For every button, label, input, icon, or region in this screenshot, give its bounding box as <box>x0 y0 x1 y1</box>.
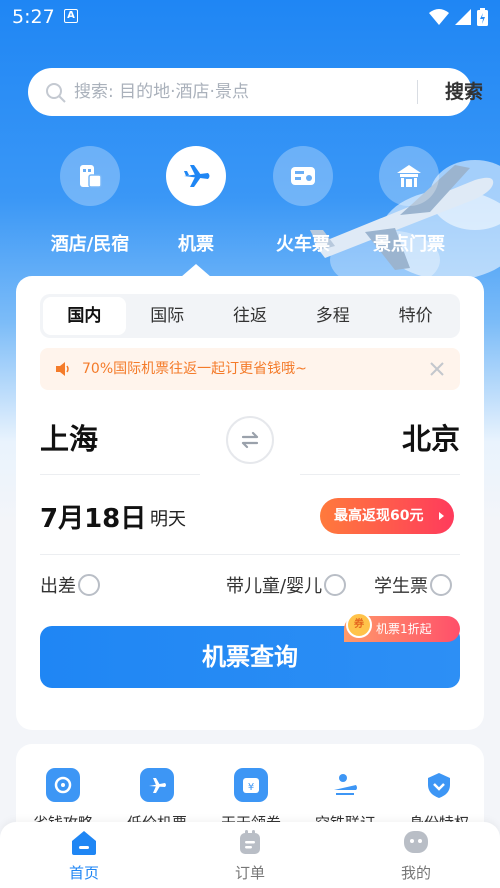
category-label: 酒店/民宿 <box>50 234 130 255</box>
flight-type-tabs: 国内 国际 往返 多程 特价 <box>40 294 460 338</box>
plane-icon <box>184 165 210 187</box>
category-hotel[interactable]: 酒店/民宿 <box>35 146 145 256</box>
nav-orders[interactable]: 订单 <box>210 828 290 883</box>
date-relative-label: 明天 <box>150 509 186 530</box>
option-business-trip[interactable]: 出差 <box>40 572 100 598</box>
radio-button[interactable] <box>430 574 452 596</box>
divider <box>40 474 200 475</box>
privilege-icon <box>428 773 450 798</box>
hotel-icon <box>80 165 102 188</box>
search-input[interactable] <box>74 68 384 116</box>
option-student[interactable]: 学生票 <box>374 572 452 598</box>
divider <box>40 554 460 555</box>
departure-date[interactable]: 7月18日 <box>40 498 146 535</box>
radio-button[interactable] <box>324 574 347 596</box>
category-train[interactable]: 火车票 <box>248 146 358 256</box>
signal-icon <box>455 9 471 25</box>
category-nav: 酒店/民宿 机票 火车票 景点门票 <box>0 146 500 266</box>
option-with-child[interactable]: 带儿童/婴儿 <box>226 572 347 598</box>
notice-text: 70%国际机票往返一起订更省钱哦~ <box>82 361 307 377</box>
order-icon <box>240 830 260 854</box>
tab-international[interactable]: 国际 <box>126 297 209 335</box>
search-button[interactable]: 搜索 <box>428 68 500 116</box>
category-label: 机票 <box>178 234 214 255</box>
category-label: 火车票 <box>276 234 330 255</box>
departure-city[interactable]: 上海 <box>40 416 98 458</box>
status-time: 5:27 <box>12 6 55 28</box>
nav-label: 首页 <box>68 864 99 882</box>
savings-icon <box>54 776 72 794</box>
divider <box>300 474 460 475</box>
nav-home[interactable]: 首页 <box>44 828 124 883</box>
option-label: 学生票 <box>374 576 428 597</box>
nav-label: 订单 <box>234 864 265 882</box>
swap-cities-button[interactable] <box>226 416 274 464</box>
nav-profile[interactable]: 我的 <box>376 828 456 883</box>
air-rail-icon <box>334 774 357 795</box>
wifi-icon <box>429 9 449 25</box>
category-label: 景点门票 <box>373 234 445 255</box>
svg-text:¥: ¥ <box>248 782 254 793</box>
home-icon <box>72 831 96 855</box>
bottom-navigation: 首页 订单 我的 <box>0 822 500 888</box>
tab-special-price[interactable]: 特价 <box>374 297 457 335</box>
promo-tag: 券 机票1折起 <box>344 612 460 642</box>
radio-button[interactable] <box>78 574 100 596</box>
search-icon <box>46 83 66 103</box>
flight-booking-card: 国内 国际 往返 多程 特价 70%国际机票往返一起订更省钱哦~ 上海 北京 7… <box>16 276 484 730</box>
arrow-right-icon <box>439 512 444 520</box>
notification-a-icon: A <box>64 9 78 23</box>
speaker-icon <box>56 362 69 376</box>
category-flight[interactable]: 机票 <box>141 146 251 256</box>
status-bar: 5:27 A <box>0 0 500 36</box>
profile-icon <box>404 831 428 853</box>
swap-icon <box>241 431 259 449</box>
cashback-text: 最高返现60元 <box>334 508 424 524</box>
category-scenic[interactable]: 景点门票 <box>354 146 464 256</box>
option-label: 出差 <box>40 576 76 597</box>
cashback-badge[interactable]: 最高返现60元 <box>320 498 454 534</box>
tab-domestic[interactable]: 国内 <box>43 297 126 335</box>
close-icon[interactable] <box>428 360 446 378</box>
coupon-coin-icon: 券 <box>346 612 372 638</box>
battery-icon <box>477 8 488 26</box>
tab-round-trip[interactable]: 往返 <box>209 297 292 335</box>
coupon-icon: ¥ <box>243 778 259 793</box>
nav-label: 我的 <box>400 864 431 882</box>
promo-notice[interactable]: 70%国际机票往返一起订更省钱哦~ <box>40 348 460 390</box>
promo-tag-text: 机票1折起 <box>376 622 432 636</box>
search-bar[interactable]: 搜索 <box>28 68 483 116</box>
scenic-spot-icon <box>397 165 421 187</box>
train-ticket-icon <box>291 167 315 185</box>
tab-multi-city[interactable]: 多程 <box>291 297 374 335</box>
search-divider <box>417 80 418 104</box>
cheap-ticket-icon <box>149 778 166 793</box>
arrival-city[interactable]: 北京 <box>402 416 460 458</box>
option-label: 带儿童/婴儿 <box>226 576 323 597</box>
